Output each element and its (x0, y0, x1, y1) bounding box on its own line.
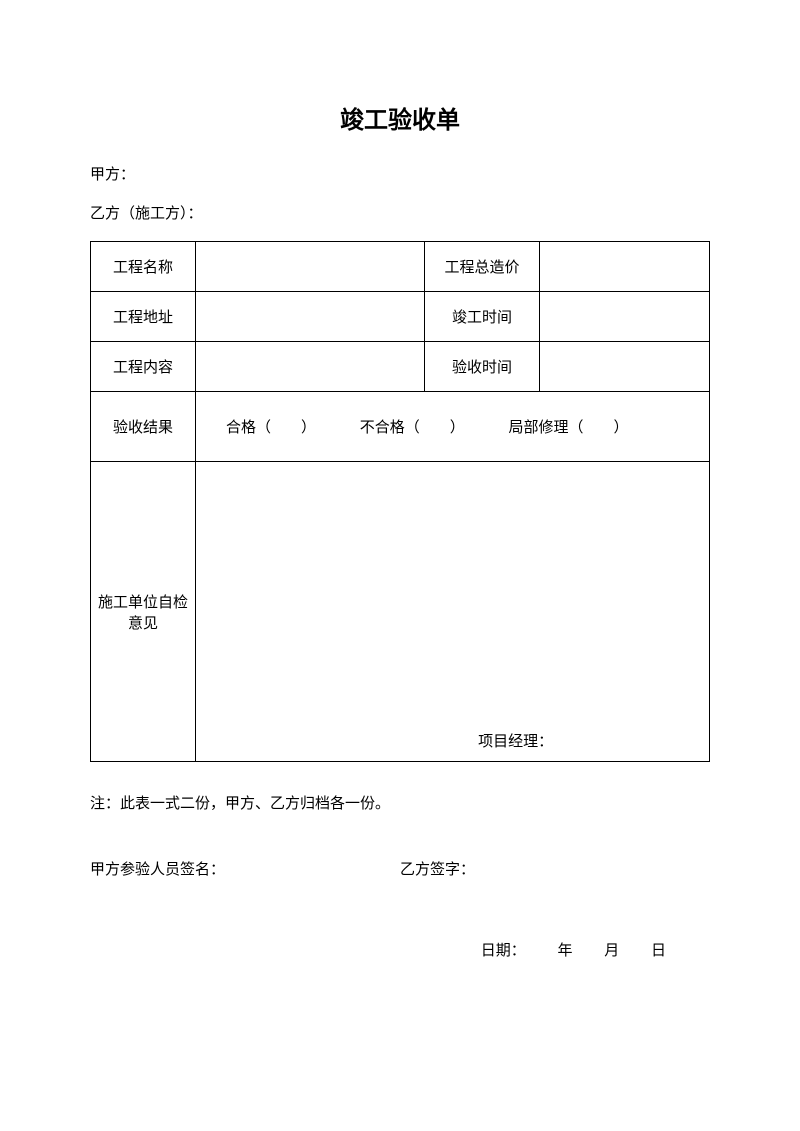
cell-completion-time-value[interactable] (540, 292, 710, 342)
cell-project-address-label: 工程地址 (91, 292, 196, 342)
month-label: 月 (604, 943, 619, 959)
cell-project-name-value[interactable] (196, 242, 425, 292)
note-text: 注：此表一式二份，甲方、乙方归档各一份。 (90, 792, 710, 813)
party-a-label: 甲方： (90, 163, 710, 184)
cell-self-inspection-label: 施工单位自检意见 (91, 462, 196, 762)
option-pass[interactable]: 合格（ ） (226, 420, 316, 436)
date-label: 日期： (481, 943, 526, 959)
cell-project-name-label: 工程名称 (91, 242, 196, 292)
cell-acceptance-time-value[interactable] (540, 342, 710, 392)
day-label: 日 (651, 943, 666, 959)
document-title: 竣工验收单 (90, 100, 710, 135)
cell-project-content-label: 工程内容 (91, 342, 196, 392)
option-fail[interactable]: 不合格（ ） (360, 420, 465, 436)
cell-project-address-value[interactable] (196, 292, 425, 342)
cell-completion-time-label: 竣工时间 (425, 292, 540, 342)
cell-acceptance-time-label: 验收时间 (425, 342, 540, 392)
acceptance-table: 工程名称 工程总造价 工程地址 竣工时间 工程内容 验收时间 验收结果 合格（ … (90, 241, 710, 762)
cell-result-label: 验收结果 (91, 392, 196, 462)
cell-self-inspection-value[interactable]: 项目经理： (196, 462, 710, 762)
cell-result-options[interactable]: 合格（ ） 不合格（ ） 局部修理（ ） (196, 392, 710, 462)
project-manager-label: 项目经理： (478, 730, 553, 751)
year-label: 年 (557, 943, 572, 959)
sign-party-b-label: 乙方签字： (400, 858, 710, 879)
sign-party-a-label: 甲方参验人员签名： (90, 858, 400, 879)
cell-project-content-value[interactable] (196, 342, 425, 392)
date-line: 日期： 年 月 日 (90, 939, 710, 960)
cell-total-cost-label: 工程总造价 (425, 242, 540, 292)
signature-row: 甲方参验人员签名： 乙方签字： (90, 858, 710, 879)
option-partial[interactable]: 局部修理（ ） (509, 420, 629, 436)
party-b-label: 乙方（施工方）： (90, 202, 710, 223)
cell-total-cost-value[interactable] (540, 242, 710, 292)
